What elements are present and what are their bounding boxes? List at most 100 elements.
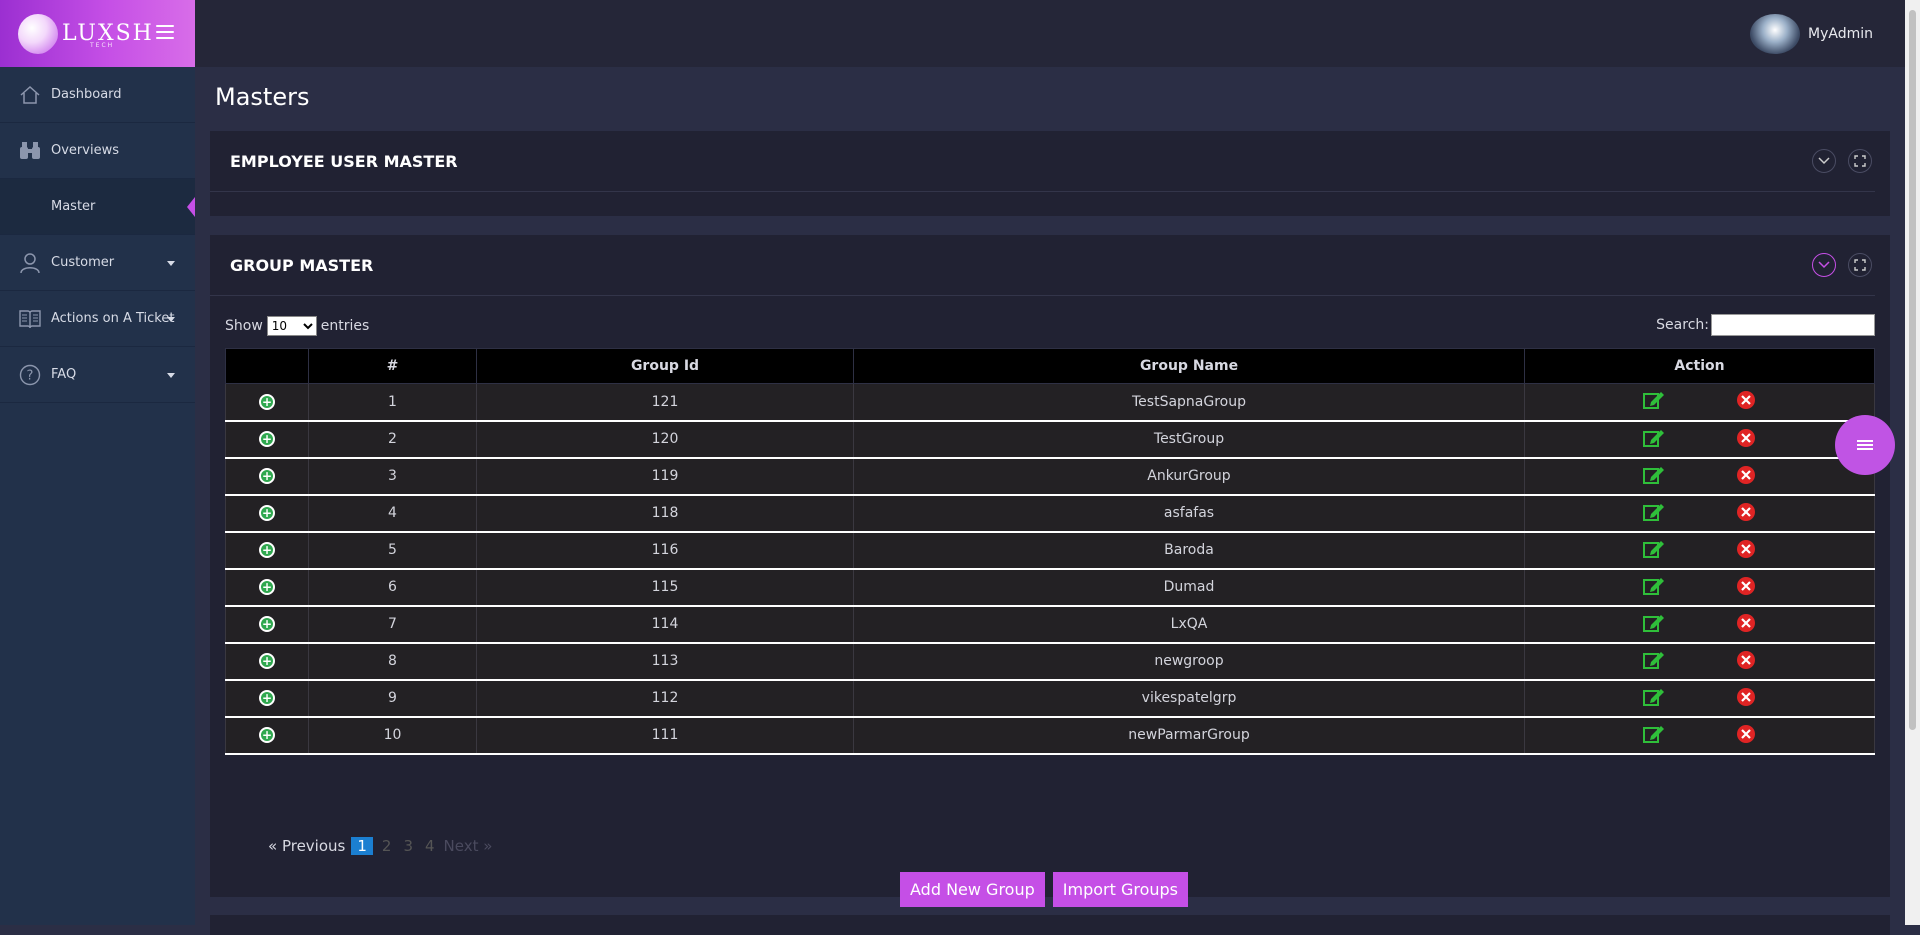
sidebar-item-label: FAQ [51, 367, 77, 382]
expand-row-icon[interactable]: + [259, 542, 275, 558]
sidebar-item-overviews[interactable]: Overviews [0, 123, 195, 179]
expand-row-icon[interactable]: + [259, 727, 275, 743]
pagination: « Previous 1 2 3 4 Next » [268, 837, 492, 855]
table-header-row: # Group Id Group Name Action [225, 348, 1875, 384]
edit-icon[interactable] [1642, 723, 1665, 745]
sidebar-item-label: Dashboard [51, 87, 122, 102]
page-title: Masters [215, 83, 310, 111]
edit-icon[interactable] [1642, 575, 1665, 597]
expand-row-icon[interactable]: + [259, 616, 275, 632]
group-id-cell: 121 [476, 383, 854, 422]
binoculars-icon [18, 139, 42, 163]
menu-toggle-icon[interactable] [156, 25, 174, 39]
edit-icon[interactable] [1642, 612, 1665, 634]
edit-icon[interactable] [1642, 389, 1665, 411]
col-number[interactable]: # [308, 348, 477, 384]
add-new-group-button[interactable]: Add New Group [900, 872, 1045, 907]
question-icon: ? [18, 363, 42, 387]
employee-user-master-panel: EMPLOYEE USER MASTER [210, 131, 1890, 216]
collapse-chevron-icon[interactable] [1812, 253, 1836, 277]
previous-page-link[interactable]: « Previous [268, 837, 345, 855]
expand-row-icon[interactable]: + [259, 393, 275, 410]
scrollbar-thumb[interactable] [1909, 10, 1916, 730]
expand-cell: + [225, 605, 309, 644]
expand-row-icon[interactable]: + [259, 579, 275, 595]
expand-cell: + [225, 679, 309, 718]
svg-text:?: ? [27, 368, 34, 383]
user-name[interactable]: MyAdmin [1808, 26, 1873, 42]
expand-row-icon[interactable]: + [259, 690, 275, 706]
group-id-cell: 119 [476, 457, 854, 496]
sidebar-item-label: Actions on A Ticket [51, 311, 175, 326]
row-number: 7 [308, 605, 477, 644]
edit-icon[interactable] [1642, 538, 1665, 560]
group-id-cell: 120 [476, 420, 854, 459]
sidebar-item-dashboard[interactable]: Dashboard [0, 67, 195, 123]
delete-icon[interactable] [1735, 649, 1757, 671]
edit-icon[interactable] [1642, 427, 1665, 449]
group-id-cell: 113 [476, 642, 854, 681]
panel-header: GROUP MASTER [210, 235, 1875, 296]
search-input[interactable] [1711, 314, 1875, 336]
delete-icon[interactable] [1735, 575, 1757, 597]
delete-icon[interactable] [1735, 538, 1757, 560]
expand-row-icon[interactable]: + [259, 431, 275, 447]
col-group-name[interactable]: Group Name [853, 348, 1525, 384]
page-scrollbar[interactable] [1905, 0, 1920, 925]
expand-row-icon[interactable]: + [259, 653, 275, 669]
expand-cell: + [225, 716, 309, 755]
action-cell [1524, 679, 1875, 718]
delete-icon[interactable] [1735, 612, 1757, 634]
edit-icon[interactable] [1642, 649, 1665, 671]
floating-menu-button[interactable] [1835, 415, 1895, 475]
edit-icon[interactable] [1642, 686, 1665, 708]
table-row: +5 116 Baroda [225, 531, 1875, 570]
chevron-down-icon [167, 317, 175, 322]
expand-row-icon[interactable]: + [259, 468, 275, 484]
book-icon [18, 307, 42, 331]
next-page-link[interactable]: Next » [444, 837, 493, 855]
delete-icon[interactable] [1735, 723, 1757, 745]
delete-icon[interactable] [1735, 501, 1757, 523]
fullscreen-icon[interactable] [1848, 253, 1872, 277]
delete-icon[interactable] [1735, 464, 1757, 486]
delete-icon[interactable] [1735, 389, 1757, 411]
panel-title: EMPLOYEE USER MASTER [230, 151, 458, 171]
col-group-id[interactable]: Group Id [476, 348, 854, 384]
page-link-1[interactable]: 1 [351, 837, 373, 855]
main-content: Masters EMPLOYEE USER MASTER GROUP MASTE… [195, 67, 1905, 935]
edit-icon[interactable] [1642, 501, 1665, 523]
sidebar-item-master[interactable]: Master [0, 179, 195, 235]
entries-select[interactable]: 10 [266, 316, 317, 336]
row-number: 2 [308, 420, 477, 459]
group-id-cell: 112 [476, 679, 854, 718]
page-link-4[interactable]: 4 [422, 837, 438, 855]
group-name-cell: Baroda [853, 531, 1525, 570]
sidebar-item-customer[interactable]: Customer [0, 235, 195, 291]
collapse-chevron-icon[interactable] [1812, 149, 1836, 173]
action-cell [1524, 420, 1875, 459]
group-name-cell: newgroop [853, 642, 1525, 681]
group-name-cell: AnkurGroup [853, 457, 1525, 496]
table-row: +2 120 TestGroup [225, 420, 1875, 459]
logo-icon [18, 13, 58, 54]
group-master-panel: GROUP MASTER Show 10 entries Search: # G… [210, 235, 1890, 907]
row-number: 1 [308, 383, 477, 422]
user-menu[interactable]: MyAdmin [1750, 14, 1873, 54]
import-groups-button[interactable]: Import Groups [1052, 872, 1188, 907]
sidebar-item-actions-on-a-ticket[interactable]: Actions on A Ticket [0, 291, 195, 347]
fullscreen-icon[interactable] [1848, 149, 1872, 173]
panel-title: GROUP MASTER [230, 255, 374, 275]
delete-icon[interactable] [1735, 686, 1757, 708]
panel-tools [1812, 253, 1872, 277]
menu-icon [1857, 438, 1873, 452]
panel-header: EMPLOYEE USER MASTER [210, 131, 1875, 192]
delete-icon[interactable] [1735, 427, 1757, 449]
page-link-2[interactable]: 2 [379, 837, 395, 855]
edit-icon[interactable] [1642, 464, 1665, 486]
avatar[interactable] [1750, 14, 1801, 54]
next-panel [210, 915, 1890, 935]
page-link-3[interactable]: 3 [400, 837, 416, 855]
sidebar-item-faq[interactable]: ? FAQ [0, 347, 195, 403]
expand-row-icon[interactable]: + [259, 505, 275, 521]
